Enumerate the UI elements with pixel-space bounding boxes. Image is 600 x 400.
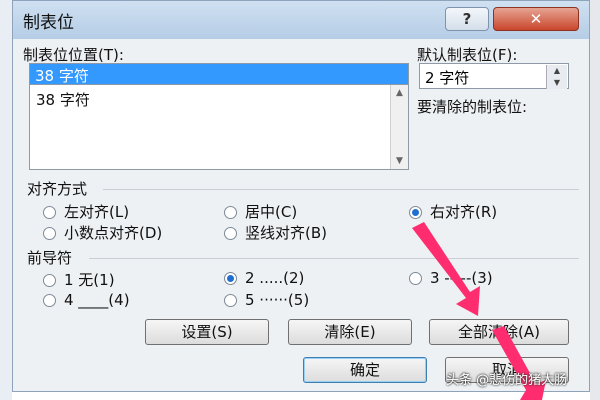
annotation-arrows [412, 222, 546, 400]
watermark-text: 头条 @悲伤的猪大肠 [446, 373, 568, 388]
arrow-to-right-align-icon [412, 222, 480, 316]
arrow-to-clear-all-icon [492, 326, 546, 400]
